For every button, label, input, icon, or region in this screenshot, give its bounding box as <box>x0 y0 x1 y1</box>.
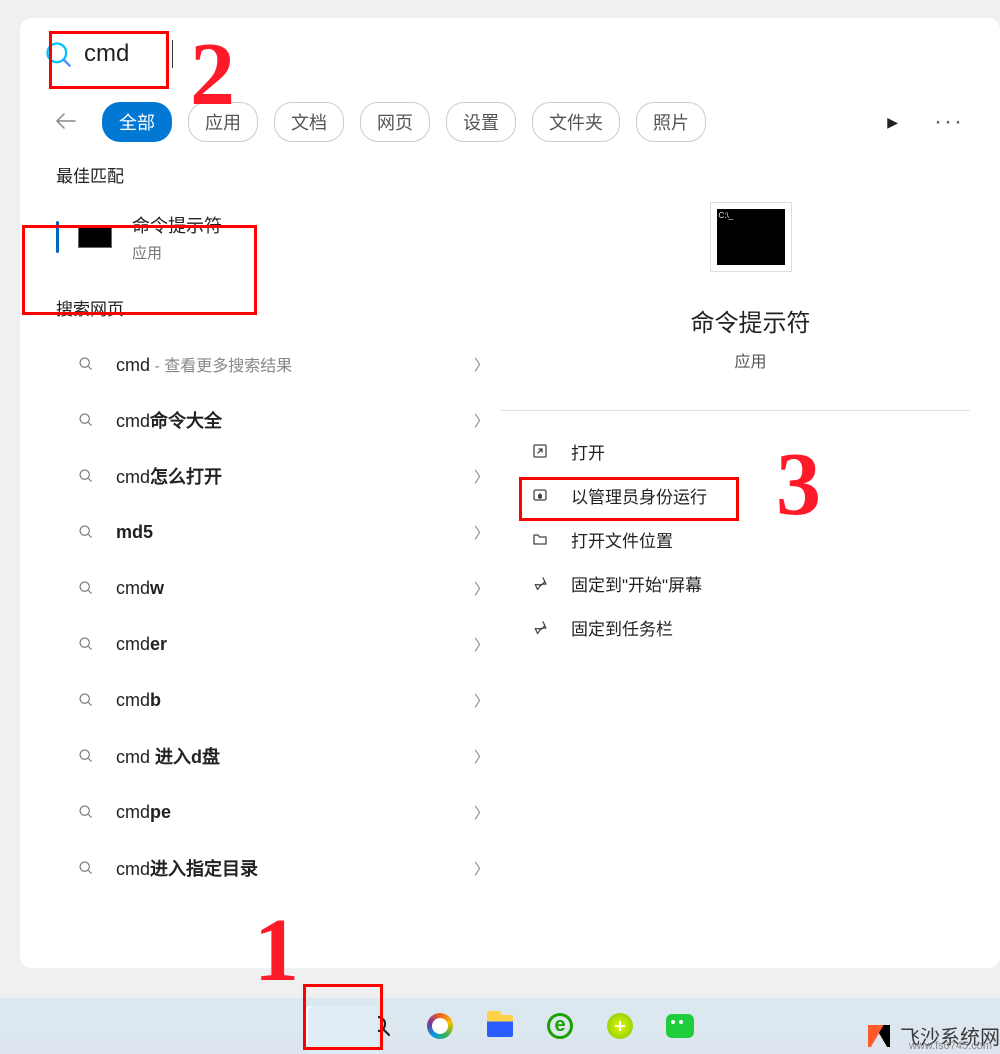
search-field[interactable] <box>44 30 173 78</box>
folder-icon <box>529 531 551 547</box>
search-icon <box>78 692 94 708</box>
web-result-item[interactable]: cmdpe〉 <box>56 784 501 840</box>
chevron-right-icon: 〉 <box>474 746 489 767</box>
best-match-title: 命令提示符 <box>132 212 222 238</box>
cmd-icon <box>78 226 112 248</box>
web-result-label: cmd怎么打开 <box>116 463 474 489</box>
action-shield[interactable]: 以管理员身份运行 <box>529 473 1000 517</box>
web-result-label: cmd 进入d盘 <box>116 743 474 769</box>
web-result-label: cmd进入指定目录 <box>116 855 474 881</box>
taskbar-browser-icon[interactable] <box>425 1011 455 1041</box>
web-result-item[interactable]: cmdb〉 <box>56 672 501 728</box>
web-result-label: md5 <box>116 522 474 543</box>
best-match-result[interactable]: 命令提示符 应用 <box>56 203 501 271</box>
chevron-right-icon: 〉 <box>474 410 489 431</box>
taskbar <box>0 998 1000 1054</box>
preview-column: C:\_ 命令提示符 应用 打开以管理员身份运行打开文件位置固定到"开始"屏幕固… <box>501 162 1000 952</box>
preview-title: 命令提示符 <box>501 303 1000 338</box>
web-result-item[interactable]: cmder〉 <box>56 616 501 672</box>
taskbar-explorer-icon[interactable] <box>485 1011 515 1041</box>
action-open[interactable]: 打开 <box>529 429 1000 473</box>
action-folder[interactable]: 打开文件位置 <box>529 517 1000 561</box>
web-result-label: cmder <box>116 634 474 655</box>
search-icon <box>78 860 94 876</box>
tab-photos[interactable]: 照片 <box>636 102 706 142</box>
pin-icon <box>529 619 551 635</box>
action-label: 固定到任务栏 <box>571 615 673 640</box>
web-result-label: cmdpe <box>116 802 474 823</box>
preview-app-icon: C:\_ <box>710 202 792 272</box>
chevron-right-icon: 〉 <box>474 634 489 655</box>
tab-all[interactable]: 全部 <box>102 102 172 142</box>
web-result-item[interactable]: md5〉 <box>56 504 501 560</box>
pin-icon <box>529 575 551 591</box>
web-result-item[interactable]: cmd - 查看更多搜索结果〉 <box>56 336 501 392</box>
chevron-right-icon: 〉 <box>474 578 489 599</box>
chevron-right-icon: 〉 <box>474 522 489 543</box>
chevron-right-icon: 〉 <box>474 802 489 823</box>
web-result-label: cmdb <box>116 690 474 711</box>
action-label: 打开文件位置 <box>571 527 673 552</box>
chevron-right-icon: 〉 <box>474 858 489 879</box>
action-pin[interactable]: 固定到"开始"屏幕 <box>529 561 1000 605</box>
text-cursor <box>172 40 173 68</box>
search-icon <box>78 356 94 372</box>
preview-actions: 打开以管理员身份运行打开文件位置固定到"开始"屏幕固定到任务栏 <box>529 429 1000 649</box>
filter-tabs: 全部 应用 文档 网页 设置 文件夹 照片 ▶ ··· <box>20 78 1000 162</box>
web-result-label: cmd命令大全 <box>116 407 474 433</box>
tab-web[interactable]: 网页 <box>360 102 430 142</box>
watermark-logo-icon <box>868 1025 890 1047</box>
best-match-subtitle: 应用 <box>132 242 222 263</box>
search-icon <box>78 804 94 820</box>
chevron-right-icon: 〉 <box>474 690 489 711</box>
search-icon <box>78 636 94 652</box>
search-row <box>20 18 1000 78</box>
open-icon <box>529 443 551 459</box>
web-result-item[interactable]: cmd进入指定目录〉 <box>56 840 501 896</box>
search-icon <box>78 748 94 764</box>
search-icon <box>78 468 94 484</box>
chevron-right-icon: 〉 <box>474 354 489 375</box>
tab-settings[interactable]: 设置 <box>446 102 516 142</box>
web-result-item[interactable]: cmd怎么打开〉 <box>56 448 501 504</box>
web-results-list: cmd - 查看更多搜索结果〉cmd命令大全〉cmd怎么打开〉md5〉cmdw〉… <box>56 336 501 896</box>
taskbar-security-icon[interactable] <box>605 1011 635 1041</box>
taskbar-ie-icon[interactable] <box>545 1011 575 1041</box>
tab-folders[interactable]: 文件夹 <box>532 102 620 142</box>
action-label: 打开 <box>571 439 605 464</box>
tab-apps[interactable]: 应用 <box>188 102 258 142</box>
play-icon[interactable]: ▶ <box>887 114 898 131</box>
web-result-item[interactable]: cmd命令大全〉 <box>56 392 501 448</box>
watermark: 飞沙系统网 www.fs0745.com <box>868 1021 1000 1050</box>
results-column: 最佳匹配 命令提示符 应用 搜索网页 cmd - 查看更多搜索结果〉cmd命令大… <box>56 162 501 952</box>
web-result-label: cmd - 查看更多搜索结果 <box>116 352 474 376</box>
search-icon <box>78 412 94 428</box>
best-match-heading: 最佳匹配 <box>56 162 501 187</box>
divider <box>501 410 970 411</box>
back-arrow-icon[interactable] <box>56 109 76 135</box>
more-icon[interactable]: ··· <box>934 108 964 136</box>
tab-docs[interactable]: 文档 <box>274 102 344 142</box>
search-icon <box>44 40 72 68</box>
start-search-panel: 全部 应用 文档 网页 设置 文件夹 照片 ▶ ··· 最佳匹配 命令提示符 应… <box>20 18 1000 968</box>
search-icon <box>78 524 94 540</box>
search-icon <box>78 580 94 596</box>
shield-icon <box>529 487 551 503</box>
taskbar-wechat-icon[interactable] <box>665 1011 695 1041</box>
chevron-right-icon: 〉 <box>474 466 489 487</box>
action-pin[interactable]: 固定到任务栏 <box>529 605 1000 649</box>
action-label: 以管理员身份运行 <box>571 483 707 508</box>
web-result-label: cmdw <box>116 578 474 599</box>
preview-subtitle: 应用 <box>501 348 1000 372</box>
web-result-item[interactable]: cmd 进入d盘〉 <box>56 728 501 784</box>
watermark-url: www.fs0745.com <box>909 1040 992 1052</box>
search-input[interactable] <box>84 40 164 68</box>
web-search-heading: 搜索网页 <box>56 295 501 320</box>
action-label: 固定到"开始"屏幕 <box>571 571 702 596</box>
web-result-item[interactable]: cmdw〉 <box>56 560 501 616</box>
